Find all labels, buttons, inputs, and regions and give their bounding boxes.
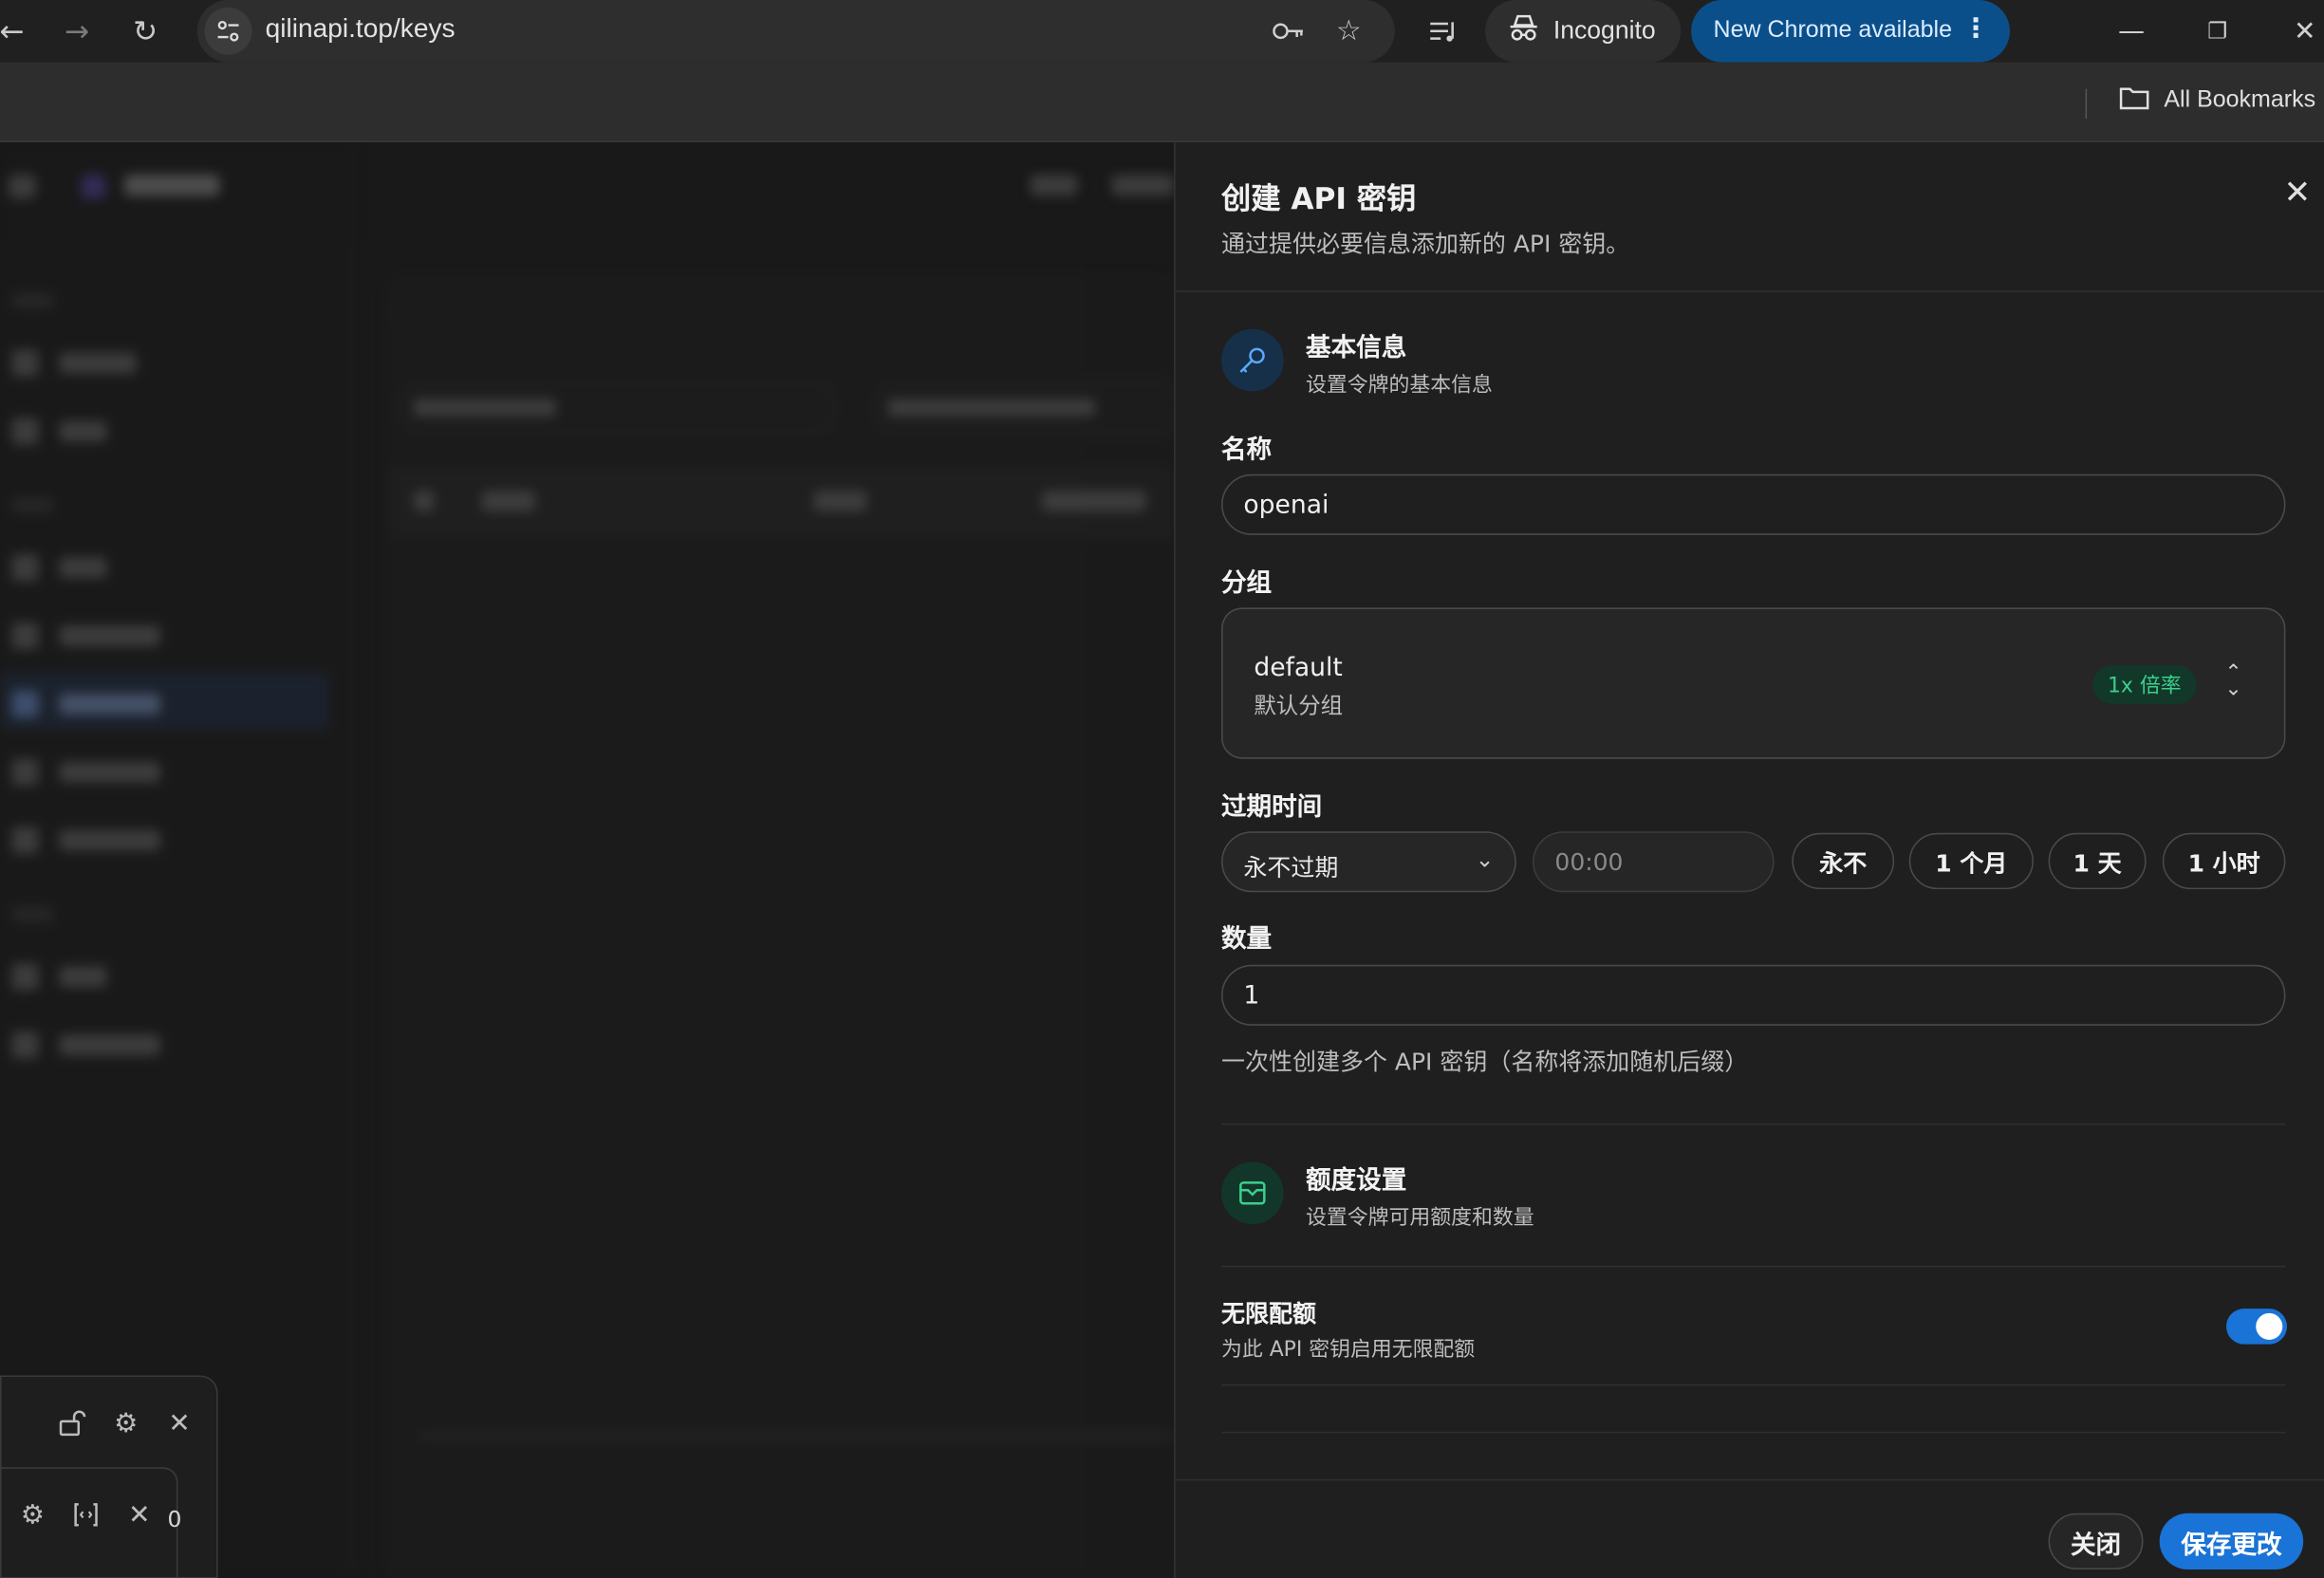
toggle-knob	[2256, 1312, 2283, 1340]
floating-toolbar-secondary: ⚙ ✕	[0, 1467, 178, 1578]
close-button[interactable]: 关闭	[2048, 1513, 2144, 1570]
bookmarks-divider	[2085, 88, 2088, 119]
blurred-content	[0, 141, 1175, 1578]
save-changes-button[interactable]: 保存更改	[2159, 1513, 2304, 1570]
kebab-menu-icon[interactable]: ⋮	[1962, 13, 1989, 45]
bookmarks-bar: All Bookmarks	[0, 62, 2324, 142]
create-api-key-panel: 创建 API 密钥 通过提供必要信息添加新的 API 密钥。 ✕ 基本信息 设置…	[1174, 141, 2324, 1578]
key-icon	[1221, 328, 1284, 392]
folder-icon	[2119, 86, 2149, 116]
section-divider	[1221, 1265, 2286, 1268]
browser-toolbar: ← → ↻ qilinapi.top/keys ☆ Incognito New …	[0, 0, 2324, 63]
background-table-card	[388, 275, 1175, 1578]
background-page-blurred	[0, 141, 1175, 1578]
panel-subtitle: 通过提供必要信息添加新的 API 密钥。	[1221, 230, 1630, 258]
section-divider	[1221, 1123, 2286, 1125]
settings-icon[interactable]: ⚙	[13, 1495, 52, 1534]
expire-select[interactable]: 永不过期 ⌄	[1221, 831, 1516, 893]
incognito-icon	[1509, 14, 1538, 47]
back-icon[interactable]: ←	[0, 8, 35, 55]
unlimited-quota-title: 无限配额	[1221, 1299, 1316, 1328]
quota-settings-description: 设置令牌可用额度和数量	[1306, 1206, 1534, 1231]
address-bar[interactable]: qilinapi.top/keys ☆	[196, 0, 1395, 63]
code-brackets-icon[interactable]	[66, 1495, 105, 1534]
incognito-label: Incognito	[1552, 16, 1656, 45]
window-close-icon[interactable]: ✕	[2276, 8, 2324, 55]
name-input[interactable]: openai	[1221, 473, 2286, 535]
unlock-icon[interactable]	[53, 1403, 92, 1442]
forward-icon[interactable]: →	[53, 8, 101, 55]
panel-title: 创建 API 密钥	[1221, 180, 1417, 217]
expire-selected-value: 永不过期	[1243, 853, 1339, 882]
wallet-icon	[1221, 1161, 1284, 1225]
quick-1-hour-button[interactable]: 1 小时	[2162, 832, 2286, 890]
ratio-badge: 1x 倍率	[2092, 665, 2197, 704]
quota-settings-title: 额度设置	[1306, 1166, 1407, 1197]
toolbar-count: 0	[167, 1505, 182, 1533]
group-label: 分组	[1221, 568, 1273, 600]
all-bookmarks-label: All Bookmarks	[2164, 87, 2316, 113]
all-bookmarks-button[interactable]: All Bookmarks	[2119, 86, 2316, 116]
unlimited-quota-description: 为此 API 密钥启用无限配额	[1221, 1338, 1476, 1363]
chevron-up-down-icon: ⌃ ⌄	[2224, 660, 2242, 701]
basic-info-title: 基本信息	[1306, 333, 1407, 363]
reading-list-icon[interactable]	[1420, 8, 1467, 55]
close-icon[interactable]: ✕	[121, 1495, 159, 1534]
minimize-icon[interactable]: —	[2102, 8, 2161, 55]
chrome-update-button[interactable]: New Chrome available ⋮	[1691, 0, 2010, 63]
restore-icon[interactable]: ❐	[2187, 8, 2246, 55]
footer-divider	[1175, 1478, 2324, 1481]
count-input[interactable]: 1	[1221, 964, 2286, 1026]
screen: ← → ↻ qilinapi.top/keys ☆ Incognito New …	[0, 0, 2324, 1578]
close-panel-icon[interactable]: ✕	[2279, 175, 2315, 212]
bookmark-star-icon[interactable]: ☆	[1325, 8, 1372, 55]
settings-icon[interactable]: ⚙	[106, 1403, 145, 1442]
close-icon[interactable]: ✕	[160, 1403, 199, 1442]
site-info-icon[interactable]	[204, 7, 252, 55]
chevron-down-icon: ⌄	[1475, 845, 1495, 873]
basic-info-description: 设置令牌的基本信息	[1306, 373, 1493, 398]
time-input[interactable]: 00:00	[1533, 831, 1775, 893]
incognito-indicator[interactable]: Incognito	[1485, 0, 1682, 63]
group-selected-name: default	[1254, 653, 1343, 684]
group-select[interactable]: default 默认分组 1x 倍率 ⌃ ⌄	[1221, 607, 2286, 759]
password-key-icon[interactable]	[1264, 8, 1311, 55]
reload-icon[interactable]: ↻	[121, 8, 169, 55]
url-text[interactable]: qilinapi.top/keys	[266, 13, 456, 45]
expire-label: 过期时间	[1221, 792, 1323, 823]
time-placeholder: 00:00	[1554, 847, 1624, 877]
background-sidebar	[0, 141, 356, 1578]
section-divider	[1221, 1383, 2286, 1386]
group-selected-description: 默认分组	[1254, 692, 1344, 719]
chrome-update-label: New Chrome available	[1713, 17, 1952, 44]
count-label: 数量	[1221, 924, 1273, 955]
quick-1-month-button[interactable]: 1 个月	[1908, 832, 2034, 890]
name-label: 名称	[1221, 436, 1273, 466]
header-divider	[1175, 290, 2324, 292]
quick-never-button[interactable]: 永不	[1792, 832, 1895, 890]
section-divider	[1221, 1431, 2286, 1434]
unlimited-quota-toggle[interactable]	[2225, 1309, 2288, 1345]
count-hint: 一次性创建多个 API 密钥（名称将添加随机后缀）	[1221, 1048, 1749, 1076]
quick-1-day-button[interactable]: 1 天	[2048, 832, 2147, 890]
